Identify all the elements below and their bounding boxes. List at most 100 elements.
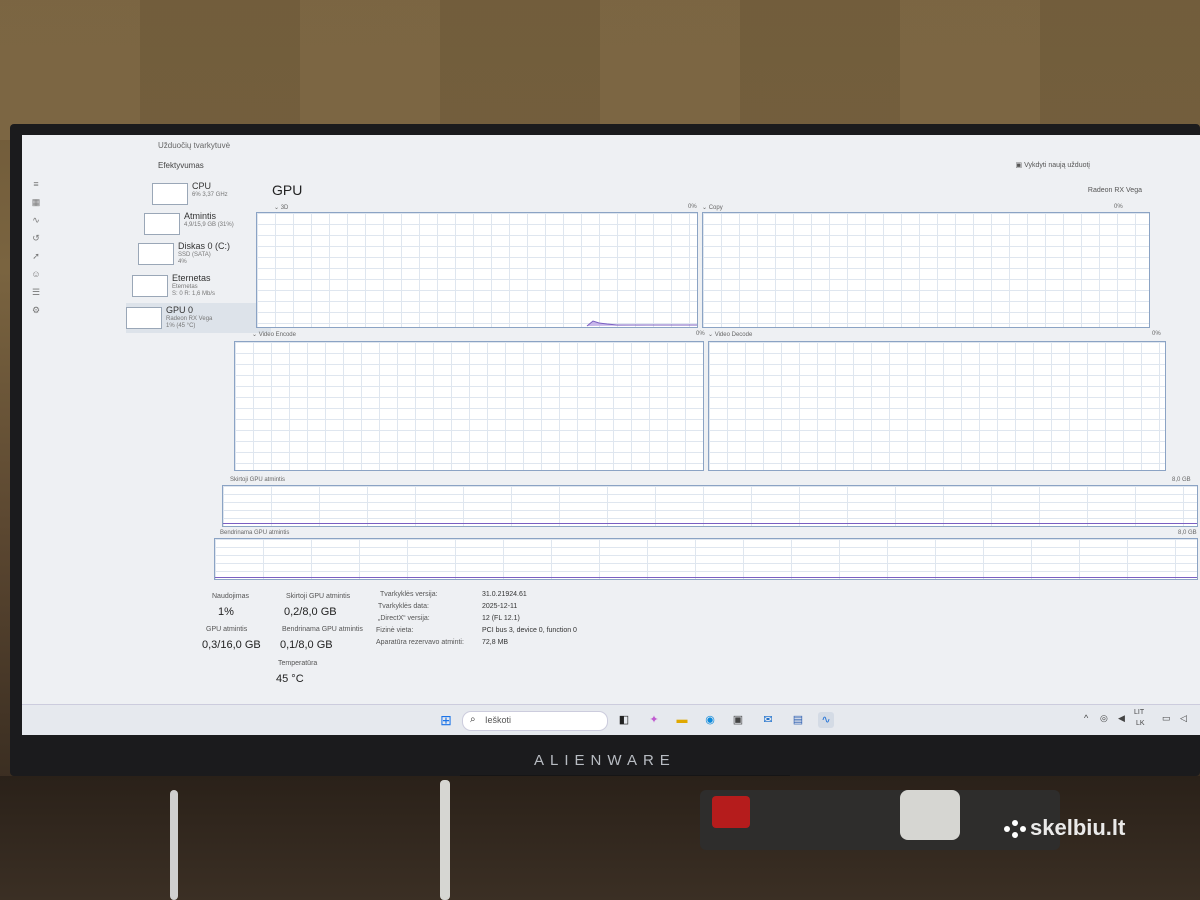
graph-shared-memory — [214, 538, 1198, 580]
graph-label-copy: ⌄ Copy — [702, 205, 723, 211]
window-title: Užduočių tvarkytuvė — [158, 141, 231, 150]
graph-max-shared-memory: 8,0 GB — [1178, 530, 1197, 536]
graph-label-video-decode: ⌄ Video Decode — [708, 332, 753, 338]
gpu-memory-value: 0,3/16,0 GB — [202, 639, 261, 651]
task-manager-icon[interactable]: ∿ — [818, 712, 834, 728]
driver-date-value: 2025-12-11 — [482, 603, 518, 610]
graph-label-shared-memory: Bendrinama GPU atmintis — [220, 530, 290, 536]
graph-label-dedicated-memory: Skirtoji GPU atmintis — [230, 477, 286, 483]
physical-location-label: Fizinė vieta: — [376, 627, 414, 634]
temperature-value: 45 °C — [276, 673, 304, 685]
app-icon[interactable]: ▤ — [790, 712, 806, 728]
sidebar-item-label: Eternetas — [172, 273, 211, 283]
processes-icon[interactable]: ▦ — [31, 197, 41, 207]
section-title: Efektyvumas — [158, 161, 204, 170]
graph-percent-video-encode: 0% — [696, 331, 705, 337]
shared-memory-label: Bendrinama GPU atmintis — [282, 626, 363, 633]
power-plug — [900, 790, 960, 840]
speaker-icon[interactable]: ◁ — [1180, 713, 1187, 724]
utilization-label: Naudojimas — [212, 593, 249, 600]
graph-3d — [256, 212, 698, 328]
temperature-label: Temperatūra — [278, 660, 318, 667]
watermark-dot — [1012, 820, 1018, 826]
dedicated-memory-value: 0,2/8,0 GB — [284, 606, 337, 618]
driver-version-value: 31.0.21924.61 — [482, 591, 527, 598]
store-icon[interactable]: ▣ — [730, 712, 746, 728]
startup-apps-icon[interactable]: ➚ — [31, 251, 41, 261]
screen: Užduočių tvarkytuvė Efektyvumas ▣ Vykdyt… — [22, 135, 1200, 735]
volume-icon[interactable]: ◀ — [1118, 713, 1125, 724]
page-title: GPU — [272, 182, 303, 198]
graph-label-3d: ⌄ 3D — [274, 205, 289, 211]
details-icon[interactable]: ☰ — [31, 287, 41, 297]
widgets-icon[interactable]: ◐ — [22, 712, 26, 728]
driver-version-label: Tvarkyklės versija: — [380, 591, 438, 598]
search-box[interactable]: ⌕ Ieškoti — [462, 711, 608, 731]
language-bottom[interactable]: LK — [1136, 720, 1145, 727]
graph-copy — [702, 212, 1150, 328]
edge-icon[interactable]: ◉ — [702, 712, 718, 728]
shared-memory-value: 0,1/8,0 GB — [280, 639, 333, 651]
notification-icon[interactable]: ◎ — [1100, 713, 1108, 724]
search-icon: ⌕ — [470, 714, 476, 725]
nav-icon-strip: ≡ ▦ ∿ ↺ ➚ ☺ ☰ ⚙ ⚙ — [22, 179, 52, 735]
language-top[interactable]: LIT — [1134, 709, 1144, 716]
services-icon[interactable]: ⚙ — [31, 305, 41, 315]
watermark-dot — [1020, 826, 1026, 832]
directx-version-value: 12 (FL 12.1) — [482, 615, 520, 622]
shared-memory-line — [215, 577, 1197, 578]
gpu-memory-label: GPU atmintis — [206, 626, 248, 633]
start-icon[interactable]: ⊞ — [438, 712, 454, 728]
file-explorer-icon[interactable]: ▬ — [674, 712, 690, 728]
graph-percent-copy: 0% — [1114, 204, 1123, 210]
graph-max-dedicated-memory: 8,0 GB — [1172, 477, 1191, 483]
driver-date-label: Tvarkyklės data: — [378, 603, 429, 610]
outlook-icon[interactable]: ✉ — [760, 712, 776, 728]
physical-location-value: PCI bus 3, device 0, function 0 — [482, 627, 577, 634]
sidebar-item-detail-2: S: 0 R: 1,6 Mb/s — [172, 291, 216, 297]
cable — [170, 790, 178, 900]
power-switch — [712, 796, 750, 828]
disk-thumbnail-graph — [138, 243, 174, 265]
copilot-icon[interactable]: ✦ — [646, 712, 662, 728]
sidebar-item-detail: Radeon RX Vega — [166, 316, 213, 322]
background-wall — [0, 0, 1200, 140]
tray-overflow-icon[interactable]: ^ — [1084, 713, 1088, 723]
users-icon[interactable]: ☺ — [31, 269, 41, 279]
graph-label-video-encode: ⌄ Video Encode — [252, 332, 296, 338]
monitor-brand-logo: ALIENWARE — [534, 752, 676, 769]
performance-icon[interactable]: ∿ — [31, 215, 41, 225]
graph-dedicated-memory — [222, 485, 1198, 527]
graph-percent-video-decode: 0% — [1152, 331, 1161, 337]
run-new-task-button[interactable]: ▣ Vykdyti naują užduotį — [1016, 161, 1090, 169]
sidebar-item-detail: SSD (SATA) — [178, 252, 211, 258]
gpu-thumbnail-graph — [126, 307, 162, 329]
gpu-panel: GPU Radeon RX Vega ⌄ 3D 0% ⌄ Copy 0% ⌄ V… — [202, 179, 1200, 735]
graph-percent-3d: 0% — [688, 204, 697, 210]
watermark-dot — [1004, 826, 1010, 832]
memory-thumbnail-graph — [144, 213, 180, 235]
sidebar-item-detail-2: 1% (45 °C) — [166, 323, 196, 329]
graph-video-decode — [708, 341, 1166, 471]
ethernet-thumbnail-graph — [132, 275, 168, 297]
toolbar: Efektyvumas ▣ Vykdyti naują užduotį — [22, 157, 1200, 179]
search-placeholder: Ieškoti — [485, 715, 512, 725]
power-strip — [700, 790, 1060, 850]
sidebar-item-label: CPU — [192, 181, 212, 191]
directx-version-label: „DirectX“ versija: — [378, 615, 430, 622]
taskbar: ◐ ⊞ ⌕ Ieškoti ◧ ✦ ▬ ◉ ▣ ✉ ▤ ∿ ^ ◎ ◀ LIT … — [22, 704, 1200, 735]
network-icon[interactable]: ▭ — [1162, 713, 1171, 724]
sidebar-item-detail-2: 4% — [178, 259, 187, 265]
run-new-task-label: Vykdyti naują užduotį — [1024, 162, 1090, 169]
task-view-icon[interactable]: ◧ — [616, 712, 632, 728]
dedicated-memory-line — [223, 523, 1197, 524]
utilization-value: 1% — [218, 606, 234, 618]
dedicated-memory-label: Skirtoji GPU atmintis — [286, 593, 351, 600]
graph-3d-line — [586, 320, 697, 327]
adapter-name: Radeon RX Vega — [1087, 187, 1142, 194]
hamburger-menu-icon[interactable]: ≡ — [31, 179, 41, 189]
sidebar-item-label: GPU 0 — [166, 305, 194, 315]
watermark: skelbiu.lt — [1030, 815, 1126, 840]
cpu-thumbnail-graph — [152, 183, 188, 205]
app-history-icon[interactable]: ↺ — [31, 233, 41, 243]
